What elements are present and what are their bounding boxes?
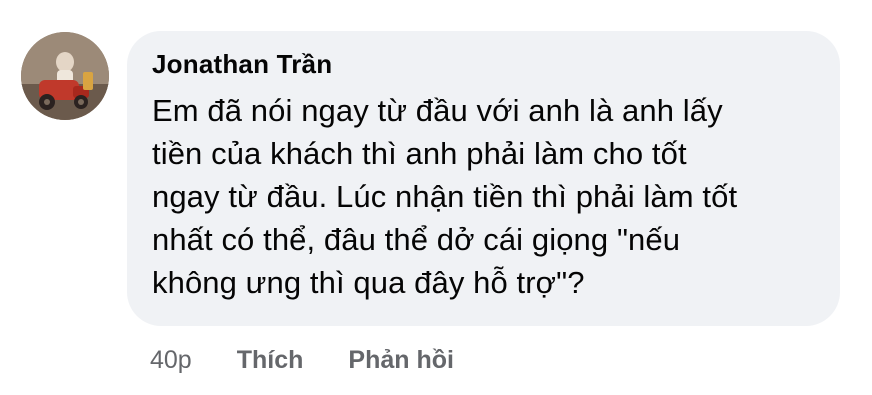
comment-text: Em đã nói ngay từ đầu với anh là anh lấy… xyxy=(152,89,816,304)
comment-bubble: Jonathan Trần Em đã nói ngay từ đầu với … xyxy=(127,31,840,326)
comment-text-line: ngay từ đầu. Lúc nhận tiền thì phải làm … xyxy=(152,179,738,214)
like-button[interactable]: Thích xyxy=(237,346,304,375)
comment-author-name[interactable]: Jonathan Trần xyxy=(152,47,332,81)
avatar[interactable] xyxy=(21,32,109,120)
comment-timestamp[interactable]: 40p xyxy=(150,346,192,375)
comment-item: Jonathan Trần Em đã nói ngay từ đầu với … xyxy=(0,0,872,395)
comment-text-line: không ưng thì qua đây hỗ trợ"? xyxy=(152,265,585,300)
comment-actions: 40p Thích Phản hồi xyxy=(150,340,499,380)
avatar-photo-icon xyxy=(21,32,109,120)
comment-text-line: Em đã nói ngay từ đầu với anh là anh lấy xyxy=(152,93,723,128)
comment-text-line: nhất có thể, đâu thể dở cái giọng "nếu xyxy=(152,222,681,257)
reply-button[interactable]: Phản hồi xyxy=(348,346,454,375)
comment-text-line: tiền của khách thì anh phải làm cho tốt xyxy=(152,136,687,171)
